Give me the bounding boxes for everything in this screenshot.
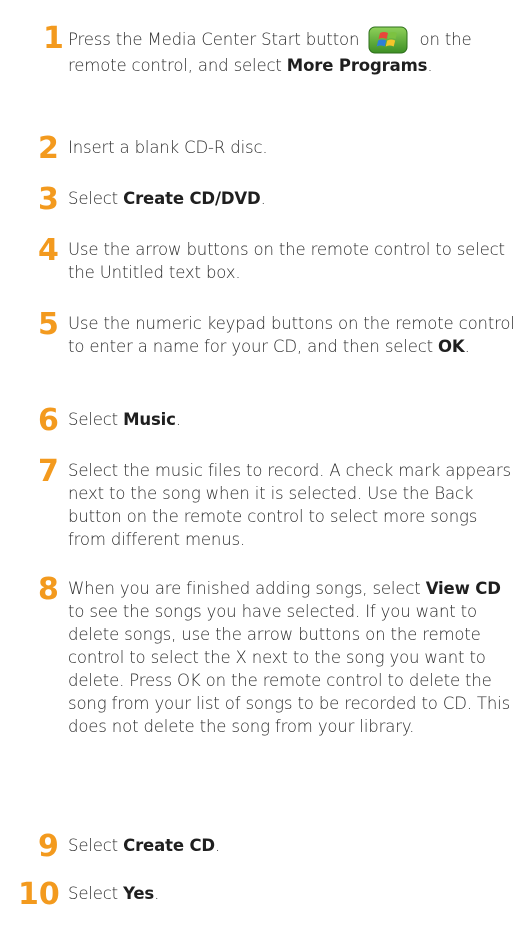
step-number: 7	[38, 454, 59, 489]
step-number: 5	[38, 307, 59, 342]
step-text: When you are finished adding songs, sele…	[68, 579, 511, 736]
step-text: Select Create CD/DVD.	[68, 189, 266, 208]
step-text: Use the numeric keypad buttons on the re…	[68, 314, 515, 356]
step-text: Press the Media Center Start button on t…	[68, 26, 518, 77]
step-number: 8	[38, 572, 59, 607]
step-text: Select Yes.	[68, 884, 160, 903]
step-number: 9	[38, 829, 59, 864]
step-text: Select the music files to record. A chec…	[68, 461, 511, 549]
step-number: 6	[38, 403, 59, 438]
step-text: Select Create CD.	[68, 836, 221, 855]
step-number: 4	[38, 233, 59, 268]
step-number: 3	[38, 182, 59, 217]
step-number: 10	[18, 877, 60, 912]
step-text: Select Music.	[68, 410, 181, 429]
step-number: 2	[38, 131, 59, 166]
step-number: 1	[43, 21, 64, 56]
media-center-start-icon	[368, 26, 408, 54]
step-text: Use the arrow buttons on the remote cont…	[68, 240, 505, 282]
step-text: Insert a blank CD-R disc.	[68, 138, 268, 157]
